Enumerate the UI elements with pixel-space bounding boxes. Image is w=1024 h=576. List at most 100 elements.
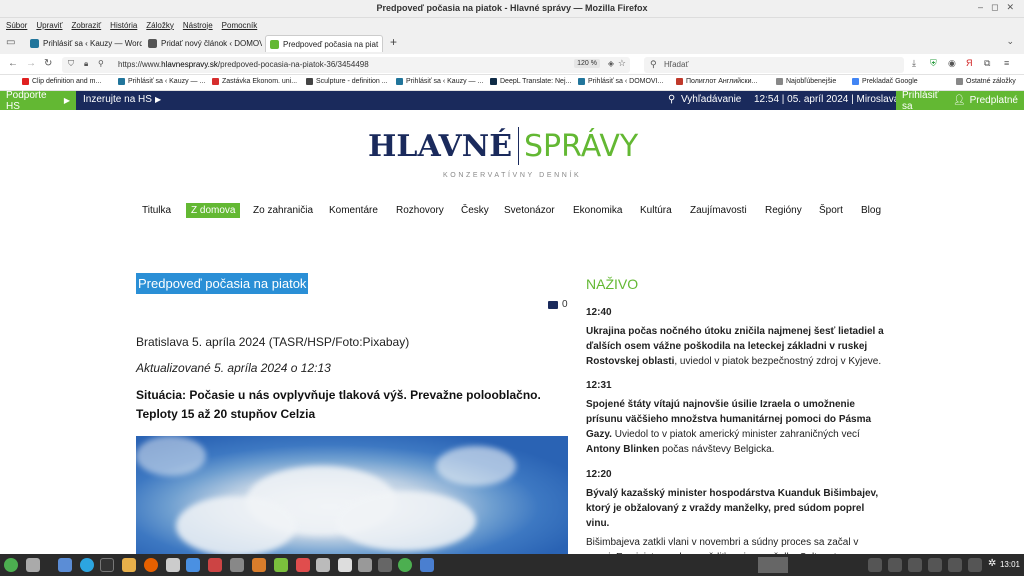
- nav-zaujimavosti[interactable]: Zaujímavosti: [690, 205, 747, 216]
- bookmark-star-icon[interactable]: ☆: [618, 58, 626, 69]
- advertise-link[interactable]: Inzerujte na HS ▶: [83, 94, 161, 105]
- nav-cesky[interactable]: Česky: [461, 205, 489, 216]
- list-tabs-icon[interactable]: ⌄: [1006, 36, 1014, 47]
- url-bar[interactable]: ⛉ 🔒︎ ⚲ https://www.hlavnespravy.sk/predp…: [62, 57, 630, 73]
- menu-file[interactable]: Súbor: [6, 21, 27, 30]
- search-icon[interactable]: ⚲: [668, 94, 675, 105]
- nav-kultura[interactable]: Kultúra: [640, 205, 672, 216]
- site-logo[interactable]: HLAVNÉ SPRÁVY KONZERVATÍVNY DENNÍK: [368, 125, 668, 185]
- app-icon[interactable]: [316, 558, 330, 572]
- extensions-icon[interactable]: ⧉: [984, 58, 990, 69]
- downloads-icon[interactable]: ⤓: [912, 58, 916, 69]
- mail-icon[interactable]: [58, 558, 72, 572]
- menu-view[interactable]: Zobraziť: [71, 21, 101, 30]
- zoom-level[interactable]: 120 %: [574, 59, 600, 68]
- menu-help[interactable]: Pomocník: [222, 21, 258, 30]
- live-item[interactable]: 12:20 Bývalý kazašský minister hospodárs…: [586, 467, 886, 565]
- bookmark-item[interactable]: Prihlásiť sa ‹ DOMOVI...: [578, 78, 663, 85]
- app-icon[interactable]: [186, 558, 200, 572]
- app-icon[interactable]: [378, 558, 392, 572]
- app-icon[interactable]: [338, 558, 352, 572]
- yandex-icon[interactable]: Я: [966, 58, 973, 68]
- firefox-icon[interactable]: [144, 558, 158, 572]
- reload-icon[interactable]: ↻: [44, 58, 52, 69]
- shield-icon[interactable]: ⛉: [68, 59, 74, 69]
- app-icon[interactable]: [252, 558, 266, 572]
- live-item[interactable]: 12:40 Ukrajina počas nočného útoku zniči…: [586, 305, 886, 369]
- tray-icon[interactable]: [888, 558, 902, 572]
- wifi-icon[interactable]: [968, 558, 982, 572]
- nav-blog[interactable]: Blog: [861, 205, 881, 216]
- app-icon[interactable]: [166, 558, 180, 572]
- menu-history[interactable]: História: [110, 21, 137, 30]
- search-input[interactable]: ⚲ Hľadať: [644, 57, 904, 73]
- bookmark-item[interactable]: DeepL Translate: Nej...: [490, 78, 571, 85]
- bookmark-item[interactable]: Clip definition and m...: [22, 78, 101, 85]
- app-icon[interactable]: [420, 558, 434, 572]
- tab-kauzy-login[interactable]: Prihlásiť sa ‹ Kauzy — Word: [26, 35, 142, 52]
- bookmark-item[interactable]: Полиглот Английски...: [676, 78, 757, 85]
- support-link[interactable]: Podporte HS ▶: [0, 90, 76, 112]
- nav-zo-zahranicia[interactable]: Zo zahraničia: [253, 205, 313, 216]
- app-icon[interactable]: [296, 558, 310, 572]
- account-icon[interactable]: ◉: [948, 58, 956, 69]
- volume-icon[interactable]: [948, 558, 962, 572]
- minimize-icon[interactable]: ‒: [978, 2, 983, 13]
- chrome-icon[interactable]: [398, 558, 412, 572]
- close-icon[interactable]: ✕: [1006, 2, 1014, 13]
- telegram-icon[interactable]: [80, 558, 94, 572]
- menu-icon[interactable]: ≡: [1004, 58, 1009, 68]
- bookmark-item[interactable]: Najobľúbenejšie: [776, 78, 836, 85]
- menu-edit[interactable]: Upraviť: [36, 21, 62, 30]
- files-icon[interactable]: [122, 558, 136, 572]
- comments-link[interactable]: 0: [548, 299, 568, 310]
- window-preview[interactable]: [758, 557, 788, 573]
- live-item[interactable]: 12:31 Spojené štáty vítajú najnovšie úsi…: [586, 378, 886, 457]
- lock-icon[interactable]: 🔒︎: [84, 59, 88, 69]
- desktop-icon[interactable]: [26, 558, 40, 572]
- login-link[interactable]: Prihlásiť sa: [902, 90, 945, 112]
- nav-titulka[interactable]: Titulka: [142, 205, 171, 216]
- nav-z-domova[interactable]: Z domova: [186, 203, 241, 218]
- tab-weather-article[interactable]: Predpoveď počasia na piat ✕: [265, 35, 383, 52]
- terminal-icon[interactable]: [100, 558, 114, 572]
- search-link[interactable]: Vyhľadávanie: [681, 94, 741, 105]
- new-tab-icon[interactable]: +: [390, 35, 397, 49]
- bookmark-folder[interactable]: Ostatné záložky: [956, 78, 1016, 85]
- close-tab-icon[interactable]: ✕: [382, 40, 383, 49]
- extension-shield-icon[interactable]: ⛨: [930, 58, 937, 69]
- clock[interactable]: 13:01: [1000, 560, 1020, 569]
- bookmark-item[interactable]: Zastávka Ekonom. uni...: [212, 78, 297, 85]
- bookmark-item[interactable]: Sculpture - definition ...: [306, 78, 388, 85]
- bookmark-item[interactable]: Prekladač Google: [852, 78, 918, 85]
- network-icon[interactable]: [928, 558, 942, 572]
- app-icon[interactable]: [274, 558, 288, 572]
- start-menu-icon[interactable]: [4, 558, 18, 572]
- app-icon[interactable]: [358, 558, 372, 572]
- nav-rozhovory[interactable]: Rozhovory: [396, 205, 444, 216]
- hs-icon: [270, 39, 279, 49]
- forward-icon[interactable]: →: [26, 58, 36, 69]
- nav-ekonomika[interactable]: Ekonomika: [573, 205, 622, 216]
- menu-tools[interactable]: Nástroje: [183, 21, 213, 30]
- nav-komentare[interactable]: Komentáre: [329, 205, 378, 216]
- pocket-icon[interactable]: ◈: [608, 59, 614, 68]
- subscribe-link[interactable]: Predplatné: [970, 95, 1018, 106]
- app-icon[interactable]: [230, 558, 244, 572]
- tab-new-article[interactable]: Pridať nový článok ‹ DOMOV: [144, 35, 262, 52]
- menu-bookmarks[interactable]: Záložky: [146, 21, 174, 30]
- app-icon[interactable]: [208, 558, 222, 572]
- nav-sport[interactable]: Šport: [819, 205, 843, 216]
- window-title: Predpoveď počasia na piatok - Hlavné spr…: [376, 3, 648, 13]
- nav-svetonazor[interactable]: Svetonázor: [504, 205, 555, 216]
- bookmark-item[interactable]: Prihlásiť sa ‹ Kauzy — ...: [396, 78, 483, 85]
- brightness-icon[interactable]: ✲: [988, 558, 996, 569]
- bluetooth-icon[interactable]: [908, 558, 922, 572]
- maximize-icon[interactable]: ◻: [991, 2, 998, 13]
- bookmark-item[interactable]: Prihlásiť sa ‹ Kauzy — ...: [118, 78, 205, 85]
- tray-icon[interactable]: [868, 558, 882, 572]
- permissions-icon[interactable]: ⚲: [98, 59, 104, 68]
- tab-overview-icon[interactable]: ▭: [6, 37, 15, 48]
- nav-regiony[interactable]: Regióny: [765, 205, 802, 216]
- back-icon[interactable]: ←: [8, 58, 18, 69]
